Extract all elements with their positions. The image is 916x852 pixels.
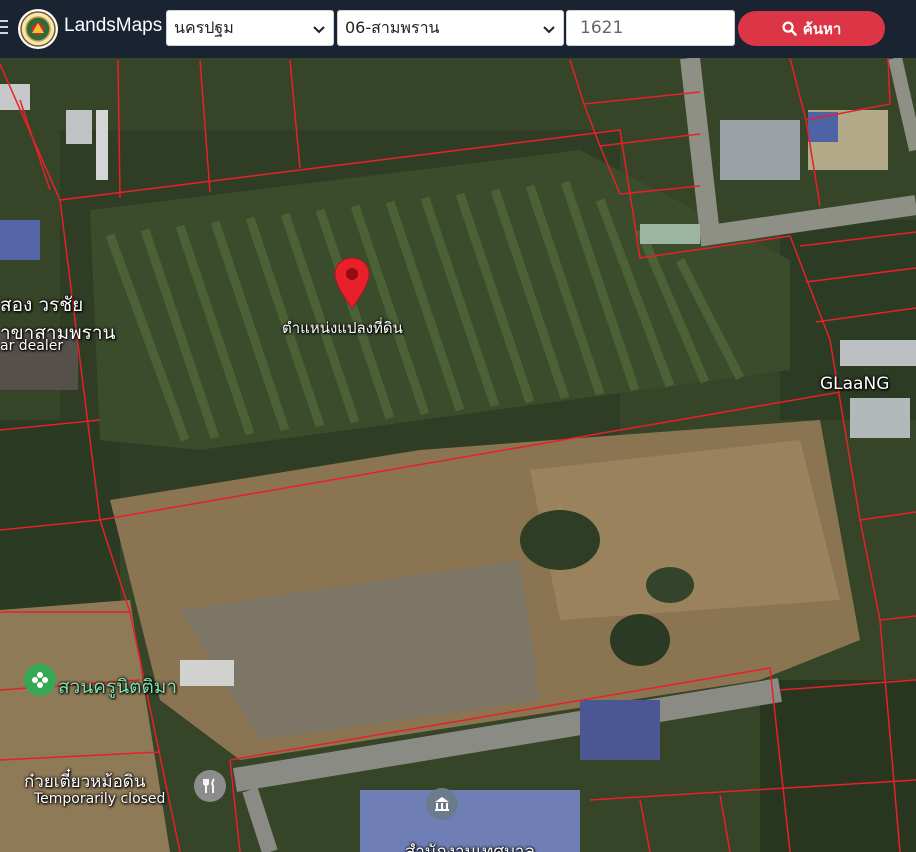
search-icon [782,21,797,36]
chevron-down-icon [543,26,555,34]
parcel-number-input[interactable] [566,10,735,46]
map-label-dealer-name: สอง วรชัย [0,294,84,316]
menu-icon[interactable] [0,20,10,34]
search-button-label: ค้นหา [802,19,842,38]
parcel-location-label: ตำแหน่งแปลงที่ดิน [282,319,403,337]
chevron-down-icon [313,26,325,34]
province-select[interactable]: นครปฐม [166,10,334,46]
restaurant-poi-icon[interactable] [194,770,226,802]
district-select[interactable]: 06-สามพราน [337,10,564,46]
map-label-glaang: GLaaNG [820,374,890,394]
satellite-map[interactable]: สอง วรชัย าขาสามพราน ar dealer GLaaNG สว… [0,58,916,852]
province-select-value: นครปฐม [174,17,234,37]
brand-name[interactable]: LandsMaps [64,15,162,37]
satellite-imagery [0,58,916,852]
map-label-park[interactable]: สวนครูนิตติมา [58,672,177,702]
government-office-poi-icon[interactable] [426,788,458,820]
map-label-dealer-type: ar dealer [0,338,64,354]
district-select-value: 06-สามพราน [345,17,440,37]
map-label-restaurant-status: Temporarily closed [34,791,166,807]
landsmaps-logo-icon[interactable] [18,9,58,49]
map-label-office[interactable]: สำนักงานเทศบาล [405,838,535,852]
park-poi-icon[interactable] [24,664,56,696]
top-navigation-bar: LandsMaps นครปฐม 06-สามพราน ค้นหา [0,0,916,58]
search-button[interactable]: ค้นหา [738,11,885,46]
map-pin-icon[interactable] [332,256,372,310]
